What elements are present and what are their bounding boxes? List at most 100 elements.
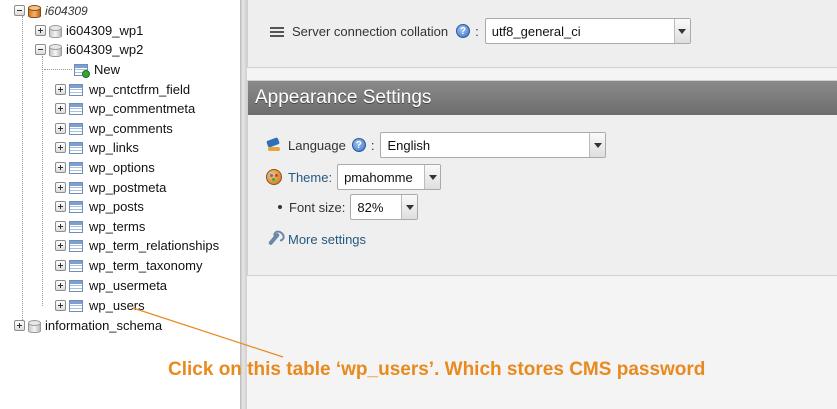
tree-table-wp_comments[interactable]: wp_comments: [55, 119, 173, 138]
bullet-icon: [278, 205, 282, 209]
expand-icon[interactable]: [55, 84, 66, 95]
fontsize-label: Font size:: [289, 199, 346, 215]
fontsize-row: Font size: 82%: [248, 194, 419, 220]
chevron-down-icon[interactable]: [673, 19, 690, 43]
more-settings-link[interactable]: More settings: [288, 232, 366, 247]
table-icon: [69, 220, 83, 233]
new-label[interactable]: New: [94, 62, 120, 77]
tree-table-wp_terms[interactable]: wp_terms: [55, 217, 145, 236]
tree-guide-line: [22, 16, 23, 326]
tree-guide-line: [42, 56, 43, 306]
colon-separator: :: [370, 137, 375, 153]
tree-db-i604309_wp2[interactable]: i604309_wp2: [35, 40, 143, 59]
expand-icon[interactable]: [55, 162, 66, 173]
server-icon: [28, 4, 41, 18]
table-icon: [69, 83, 83, 96]
collation-select[interactable]: utf8_general_ci: [484, 18, 691, 44]
theme-icon: [266, 169, 282, 185]
database-icon: [49, 43, 62, 57]
tree-table-wp_usermeta[interactable]: wp_usermeta: [55, 276, 167, 295]
expand-icon[interactable]: [55, 182, 66, 193]
expand-icon[interactable]: [55, 260, 66, 271]
table-icon: [69, 259, 83, 272]
panel-resize-divider[interactable]: [240, 0, 247, 409]
expand-icon[interactable]: [55, 142, 66, 153]
table-label[interactable]: wp_users: [89, 298, 145, 313]
expand-icon[interactable]: [55, 280, 66, 291]
language-select[interactable]: English: [380, 132, 607, 158]
expand-icon[interactable]: [14, 320, 25, 331]
tree-table-wp_posts[interactable]: wp_posts: [55, 197, 144, 216]
language-icon: [266, 137, 282, 153]
table-icon: [69, 299, 83, 312]
table-label[interactable]: wp_term_relationships: [89, 238, 219, 253]
language-row: Language ? : English: [266, 132, 607, 158]
language-label: Language: [288, 137, 346, 153]
theme-select[interactable]: pmahomme: [337, 164, 442, 190]
table-label[interactable]: wp_posts: [89, 199, 144, 214]
db-label[interactable]: information_schema: [45, 318, 162, 333]
expand-icon[interactable]: [55, 300, 66, 311]
tree-table-wp_users[interactable]: wp_users: [55, 296, 145, 315]
help-icon[interactable]: ?: [351, 138, 366, 152]
table-icon: [69, 102, 83, 115]
navigation-panel: i604309 i604309_wp1 i604309_wp2 New wp_c…: [0, 0, 240, 409]
chevron-down-icon[interactable]: [401, 195, 418, 219]
table-icon: [69, 200, 83, 213]
new-table-icon: [74, 63, 90, 78]
theme-link[interactable]: Theme:: [288, 170, 332, 185]
expand-icon[interactable]: [55, 221, 66, 232]
tree-table-wp_term_relationships[interactable]: wp_term_relationships: [55, 236, 219, 255]
fontsize-select[interactable]: 82%: [350, 194, 419, 220]
chevron-down-icon[interactable]: [424, 165, 441, 189]
table-icon: [69, 122, 83, 135]
expand-icon[interactable]: [35, 25, 46, 36]
tree-table-wp_cntctfrm_field[interactable]: wp_cntctfrm_field: [55, 80, 190, 99]
tree-table-wp_term_taxonomy[interactable]: wp_term_taxonomy: [55, 256, 202, 275]
table-label[interactable]: wp_options: [89, 160, 155, 175]
collapse-icon[interactable]: [14, 5, 25, 16]
table-icon: [69, 161, 83, 174]
collation-row: Server connection collation ? : utf8_gen…: [270, 18, 691, 44]
table-label[interactable]: wp_usermeta: [89, 278, 167, 293]
collapse-icon[interactable]: [35, 44, 46, 55]
expand-icon[interactable]: [55, 123, 66, 134]
root-label[interactable]: i604309: [45, 4, 88, 18]
table-label[interactable]: wp_commentmeta: [89, 101, 195, 116]
collation-value: utf8_general_ci: [491, 23, 581, 39]
table-label[interactable]: wp_links: [89, 140, 139, 155]
panel-title: Appearance Settings: [248, 81, 837, 115]
db-label[interactable]: i604309_wp2: [66, 42, 143, 57]
main-content: Server connection collation ? : utf8_gen…: [247, 0, 837, 409]
tree-db-i604309_wp1[interactable]: i604309_wp1: [35, 21, 143, 40]
tree-new-table[interactable]: New: [74, 60, 120, 79]
fontsize-value: 82%: [357, 199, 384, 215]
db-label[interactable]: i604309_wp1: [66, 23, 143, 38]
table-label[interactable]: wp_postmeta: [89, 180, 166, 195]
wrench-icon: [266, 231, 282, 247]
table-icon: [69, 181, 83, 194]
tree-table-wp_links[interactable]: wp_links: [55, 138, 139, 157]
theme-row: Theme: pmahomme: [266, 164, 442, 190]
table-label[interactable]: wp_term_taxonomy: [89, 258, 202, 273]
tree-table-wp_commentmeta[interactable]: wp_commentmeta: [55, 99, 195, 118]
tree-table-wp_postmeta[interactable]: wp_postmeta: [55, 178, 166, 197]
tree-table-wp_options[interactable]: wp_options: [55, 158, 155, 177]
expand-icon[interactable]: [55, 240, 66, 251]
tree-root[interactable]: i604309: [14, 1, 88, 20]
expand-icon[interactable]: [55, 103, 66, 114]
help-icon[interactable]: ?: [456, 24, 471, 38]
colon-separator: :: [475, 23, 479, 39]
table-label[interactable]: wp_terms: [89, 219, 145, 234]
annotation-text: Click on this table ‘wp_users’. Which st…: [168, 359, 706, 380]
tree-db-information_schema[interactable]: information_schema: [14, 316, 162, 335]
database-icon: [49, 24, 62, 38]
table-label[interactable]: wp_cntctfrm_field: [89, 82, 190, 97]
collation-label: Server connection collation: [292, 23, 449, 39]
appearance-settings-panel: Appearance Settings Language ? : English…: [247, 80, 837, 276]
chevron-down-icon[interactable]: [589, 133, 606, 157]
table-icon: [69, 141, 83, 154]
expand-icon[interactable]: [55, 201, 66, 212]
table-label[interactable]: wp_comments: [89, 121, 173, 136]
table-icon: [69, 279, 83, 292]
